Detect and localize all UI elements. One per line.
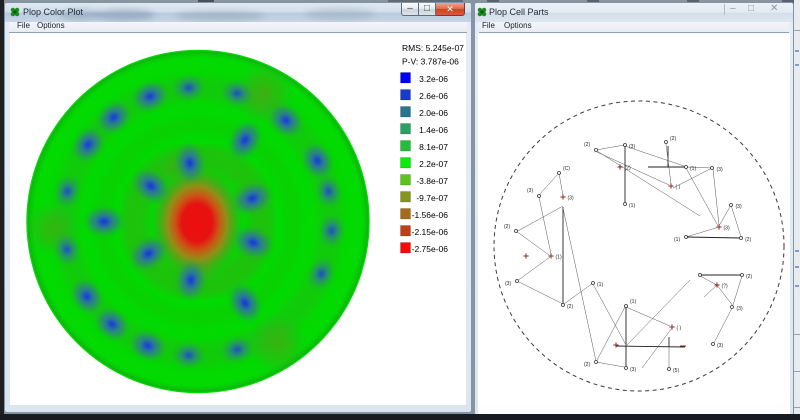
svg-text:(1): (1) — [630, 299, 636, 305]
svg-text:(2): (2) — [567, 304, 573, 310]
svg-text:(3): (3) — [737, 306, 743, 312]
svg-text:(3): (3) — [629, 144, 635, 150]
svg-text:(3): (3) — [568, 196, 574, 202]
svg-text:-2.15e-06: -2.15e-06 — [412, 227, 449, 237]
svg-text:(3): (3) — [717, 343, 723, 349]
svg-text:(1): (1) — [597, 282, 603, 288]
svg-text:(3): (3) — [724, 226, 730, 232]
svg-text:(3): (3) — [527, 188, 533, 194]
svg-text:(3): (3) — [736, 204, 742, 210]
svg-text:(1): (1) — [556, 255, 562, 261]
svg-text:P-V: 3.787e-06: P-V: 3.787e-06 — [402, 57, 459, 67]
svg-text:1.4e-06: 1.4e-06 — [419, 125, 448, 135]
svg-text:-2.75e-06: -2.75e-06 — [412, 244, 449, 254]
svg-text:2.6e-06: 2.6e-06 — [419, 91, 448, 101]
svg-text:(1): (1) — [629, 203, 635, 209]
svg-text:-3.8e-07: -3.8e-07 — [416, 176, 448, 186]
svg-text:-9.7e-07: -9.7e-07 — [416, 193, 448, 203]
svg-text:-1.56e-06: -1.56e-06 — [412, 210, 449, 220]
svg-text:2.2e-07: 2.2e-07 — [419, 159, 448, 169]
svg-text:(?): (?) — [722, 284, 728, 290]
svg-text:(2): (2) — [746, 274, 752, 280]
svg-text:(2): (2) — [584, 362, 590, 368]
svg-text:(2): (2) — [504, 224, 510, 230]
svg-text:2.0e-06: 2.0e-06 — [419, 108, 448, 118]
svg-text:(3): (3) — [630, 367, 636, 373]
svg-text:(1): (1) — [690, 166, 696, 172]
svg-text:(3): (3) — [505, 281, 511, 287]
svg-text:(C): (C) — [563, 166, 570, 172]
svg-text:(1): (1) — [674, 237, 680, 243]
svg-text:(2): (2) — [745, 237, 751, 243]
svg-text:(3): (3) — [717, 167, 723, 173]
svg-text:(2): (2) — [670, 136, 676, 142]
svg-text:( ): ( ) — [676, 185, 681, 191]
svg-text:RMS: 5.245e-07: RMS: 5.245e-07 — [402, 43, 464, 53]
svg-text:(2): (2) — [625, 166, 631, 172]
svg-text:(5): (5) — [673, 368, 679, 374]
svg-text:3.2e-06: 3.2e-06 — [419, 74, 448, 84]
svg-text:8.1e-07: 8.1e-07 — [419, 142, 448, 152]
svg-text:(2): (2) — [584, 142, 590, 148]
svg-text:( ): ( ) — [677, 326, 682, 332]
